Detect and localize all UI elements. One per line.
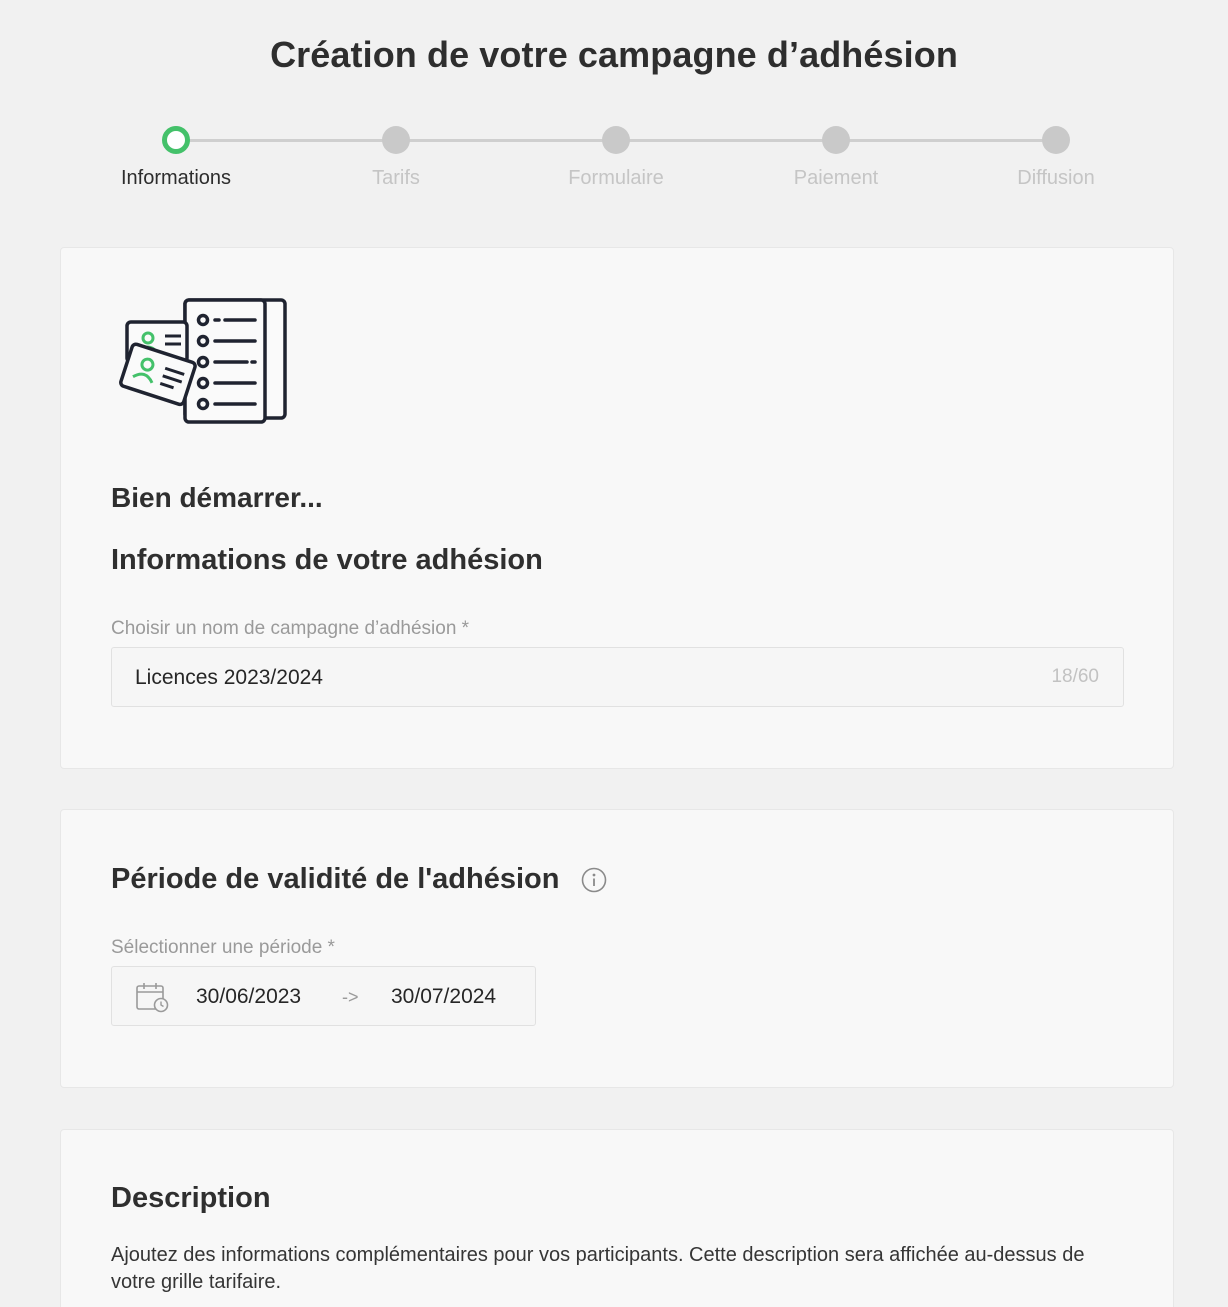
period-label: Sélectionner une période *: [111, 937, 335, 958]
membership-info-title: Informations de votre adhésion: [111, 544, 543, 576]
step-dot-active: [162, 126, 190, 154]
step-label: Tarifs: [372, 167, 420, 189]
step-diffusion[interactable]: Diffusion: [966, 125, 1146, 190]
step-label: Informations: [120, 167, 232, 189]
stepper: Informations Tarifs Formulaire Paiement …: [0, 125, 1228, 205]
info-icon[interactable]: [581, 867, 607, 893]
campaign-name-value: Licences 2023/2024: [135, 666, 323, 689]
step-dot: [822, 126, 850, 154]
end-date[interactable]: 30/07/2024: [391, 985, 496, 1009]
step-label: Diffusion: [1017, 167, 1095, 189]
informations-card: Bien démarrer... Informations de votre a…: [60, 247, 1174, 769]
membership-cards-list-icon: [119, 298, 287, 424]
step-informations[interactable]: Informations: [86, 125, 266, 190]
step-dot: [1042, 126, 1070, 154]
description-title: Description: [111, 1182, 271, 1214]
start-date[interactable]: 30/06/2023: [196, 985, 301, 1009]
campaign-name-label: Choisir un nom de campagne d’adhésion *: [111, 618, 470, 639]
page-title: Création de votre campagne d’adhésion: [270, 34, 958, 75]
campaign-name-input[interactable]: Licences 2023/2024 18/60: [111, 647, 1124, 707]
step-dot: [382, 126, 410, 154]
step-label: Paiement: [793, 167, 879, 189]
step-paiement[interactable]: Paiement: [746, 125, 926, 190]
step-formulaire[interactable]: Formulaire: [526, 125, 706, 190]
step-dot: [602, 126, 630, 154]
page: Création de votre campagne d’adhésion In…: [0, 0, 1228, 1307]
validity-period-card: Période de validité de l'adhésion Sélect…: [60, 809, 1174, 1088]
step-tarifs[interactable]: Tarifs: [306, 125, 486, 190]
date-range-picker[interactable]: 30/06/2023 -> 30/07/2024: [111, 966, 536, 1026]
calendar-clock-icon: [136, 983, 169, 1013]
character-counter: 18/60: [1051, 666, 1099, 687]
range-arrow: ->: [342, 987, 359, 1007]
intro-subtitle: Bien démarrer...: [111, 482, 323, 513]
description-card: Description Ajoutez des informations com…: [60, 1129, 1174, 1307]
validity-period-title: Période de validité de l'adhésion: [111, 863, 560, 895]
step-label: Formulaire: [568, 167, 664, 189]
description-help-text: Ajoutez des informations complémentaires…: [111, 1244, 1085, 1293]
